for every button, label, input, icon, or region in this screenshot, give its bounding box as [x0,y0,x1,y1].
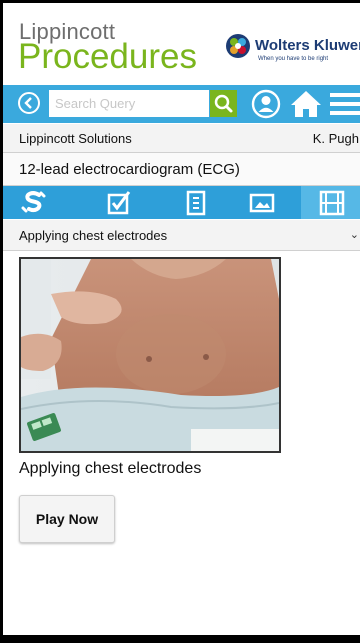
video-still-image [21,259,279,451]
checklist-icon [107,190,131,214]
brand-procedures: Procedures [18,37,197,76]
content-tabs [3,186,360,219]
user-name: K. Pugh [312,131,359,146]
video-icon [319,190,345,215]
wolters-kluwer-logo-icon [226,34,250,58]
video-caption: Applying chest electrodes [19,460,202,477]
search-button[interactable] [210,90,237,117]
solutions-link[interactable]: Lippincott Solutions [19,131,132,146]
search-toolbar [3,85,360,123]
chevron-down-icon: ⌄ [349,229,359,241]
document-icon [186,190,206,215]
menu-button[interactable] [328,91,360,117]
solutions-bar: Lippincott Solutions K. Pugh [3,124,360,153]
menu-icon [330,93,360,115]
image-icon [249,193,275,212]
back-circle-icon [24,97,32,109]
home-icon [291,91,321,117]
section-dropdown[interactable]: Applying chest electrodes ⌄ [3,220,360,251]
search-icon [214,94,233,113]
publisher-tagline: When you have to be right [258,56,329,62]
publisher-name: Wolters Kluwer [255,37,360,54]
user-button[interactable] [251,89,281,119]
section-dropdown-value: Applying chest electrodes [19,228,168,243]
tab-skills[interactable] [3,186,65,219]
procedure-title-bar: 12-lead electrocardiogram (ECG) [3,153,360,186]
skills-icon [21,190,46,212]
app-frame: Lippincott Procedures Wolters Kluwer Whe… [0,0,360,643]
tab-video[interactable] [301,186,360,219]
home-button[interactable] [290,90,322,118]
play-now-button[interactable]: Play Now [19,495,115,543]
procedure-title: 12-lead electrocardiogram (ECG) [19,161,240,178]
user-icon [251,89,281,119]
back-button[interactable] [18,92,40,114]
tab-document[interactable] [165,186,227,219]
tab-checklist[interactable] [88,186,150,219]
tab-image[interactable] [231,186,293,219]
search-input[interactable] [49,90,209,117]
video-thumbnail[interactable] [19,257,281,453]
app-header: Lippincott Procedures Wolters Kluwer Whe… [3,3,360,78]
